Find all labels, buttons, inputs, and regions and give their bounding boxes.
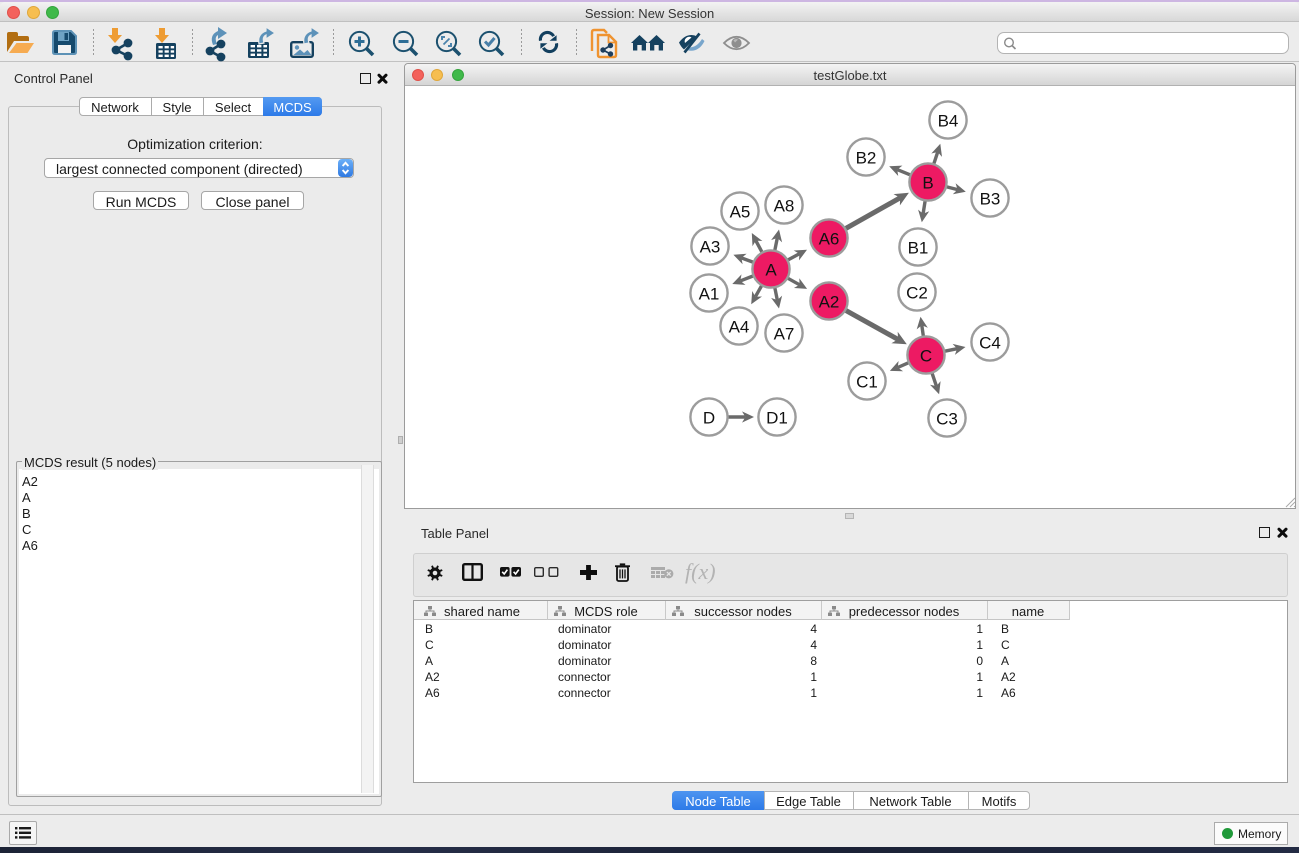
- svg-text:A4: A4: [729, 318, 750, 337]
- svg-text:A2: A2: [819, 293, 840, 312]
- svg-text:A8: A8: [774, 197, 795, 216]
- svg-text:C1: C1: [856, 373, 878, 392]
- svg-text:B1: B1: [908, 239, 929, 258]
- svg-text:D: D: [703, 409, 715, 428]
- svg-text:A7: A7: [774, 325, 795, 344]
- svg-text:A1: A1: [699, 285, 720, 304]
- svg-text:C4: C4: [979, 334, 1001, 353]
- svg-text:B4: B4: [938, 112, 959, 131]
- svg-text:B3: B3: [980, 190, 1001, 209]
- svg-text:A: A: [765, 261, 777, 280]
- svg-text:A5: A5: [730, 203, 751, 222]
- svg-text:D1: D1: [766, 409, 788, 428]
- svg-text:A6: A6: [819, 230, 840, 249]
- svg-text:B2: B2: [856, 149, 877, 168]
- svg-text:B: B: [922, 174, 933, 193]
- svg-text:C2: C2: [906, 284, 928, 303]
- svg-text:C: C: [920, 347, 932, 366]
- svg-text:C3: C3: [936, 410, 958, 429]
- svg-text:A3: A3: [700, 238, 721, 257]
